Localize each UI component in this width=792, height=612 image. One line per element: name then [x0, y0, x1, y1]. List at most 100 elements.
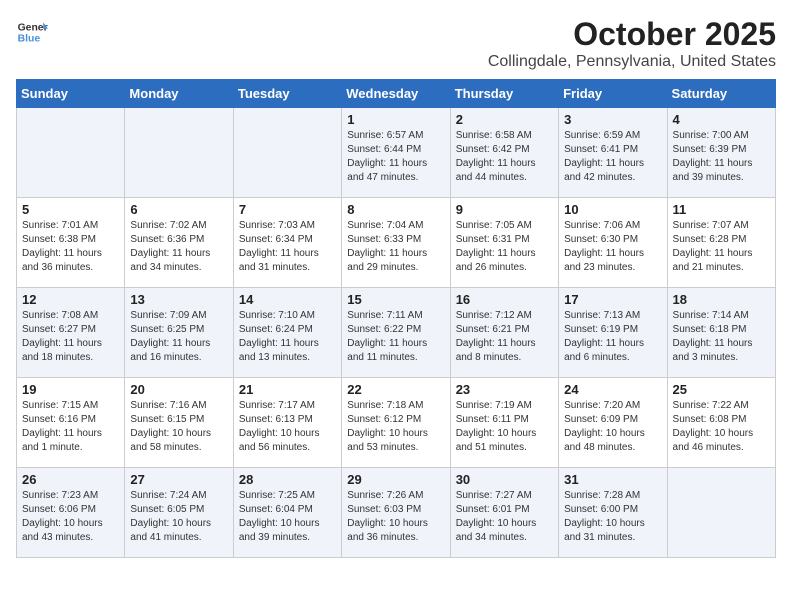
- day-number: 12: [22, 292, 119, 307]
- day-info: Sunrise: 6:58 AM Sunset: 6:42 PM Dayligh…: [456, 129, 553, 185]
- day-number: 5: [22, 202, 119, 217]
- calendar-cell: 29Sunrise: 7:26 AM Sunset: 6:03 PM Dayli…: [342, 468, 450, 558]
- day-number: 22: [347, 382, 444, 397]
- day-number: 24: [564, 382, 661, 397]
- day-info: Sunrise: 7:01 AM Sunset: 6:38 PM Dayligh…: [22, 219, 119, 275]
- title-block: October 2025 Collingdale, Pennsylvania, …: [488, 16, 776, 71]
- calendar-cell: 21 Sunrise: 7:17 AM Sunset: 6:13 PM Dayli…: [233, 378, 341, 468]
- calendar-cell: 30 Sunrise: 7:27 AM Sunset: 6:01 PM Dayli…: [450, 468, 558, 558]
- calendar-cell: 23 Sunrise: 7:19 AM Sunset: 6:11 PM Dayli…: [450, 378, 558, 468]
- day-number: 1: [347, 112, 444, 127]
- day-number: 15: [347, 292, 444, 307]
- svg-text:Blue: Blue: [18, 34, 41, 45]
- calendar-cell: 18 Sunrise: 7:14 AM Sunset: 6:18 PM Dayli…: [667, 288, 775, 378]
- calendar-cell: [233, 108, 341, 198]
- day-info: Sunrise: 7:10 AM Sunset: 6:24 PM Dayligh…: [239, 309, 336, 365]
- day-info: Sunrise: 7:04 AM Sunset: 6:33 PM Dayligh…: [347, 219, 444, 275]
- day-number: 13: [130, 292, 227, 307]
- day-info: Sunrise: 7:14 AM Sunset: 6:18 PM Dayligh…: [673, 309, 770, 365]
- day-info: Sunrise: 7:25 AM Sunset: 6:04 PM Dayligh…: [239, 489, 336, 545]
- calendar-cell: [125, 108, 233, 198]
- day-number: 8: [347, 202, 444, 217]
- day-number: 2: [456, 112, 553, 127]
- col-header-wednesday: Wednesday: [342, 80, 450, 108]
- day-info: Sunrise: 6:59 AM Sunset: 6:41 PM Dayligh…: [564, 129, 661, 185]
- calendar-header-row: SundayMondayTuesdayWednesdayThursdayFrid…: [17, 80, 776, 108]
- calendar-cell: 4 Sunrise: 7:00 AM Sunset: 6:39 PM Daylig…: [667, 108, 775, 198]
- day-info: Sunrise: 7:19 AM Sunset: 6:11 PM Dayligh…: [456, 399, 553, 455]
- day-info: Sunrise: 7:12 AM Sunset: 6:21 PM Dayligh…: [456, 309, 553, 365]
- calendar-cell: 9Sunrise: 7:05 AM Sunset: 6:31 PM Daylig…: [450, 198, 558, 288]
- calendar-week-row: 5 Sunrise: 7:01 AM Sunset: 6:38 PM Daylig…: [17, 198, 776, 288]
- calendar-cell: 19 Sunrise: 7:15 AM Sunset: 6:16 PM Dayli…: [17, 378, 125, 468]
- page-title: October 2025: [488, 16, 776, 53]
- day-number: 18: [673, 292, 770, 307]
- calendar-cell: 1 Sunrise: 6:57 AM Sunset: 6:44 PM Daylig…: [342, 108, 450, 198]
- calendar-cell: 6Sunrise: 7:02 AM Sunset: 6:36 PM Daylig…: [125, 198, 233, 288]
- day-number: 14: [239, 292, 336, 307]
- day-info: Sunrise: 7:20 AM Sunset: 6:09 PM Dayligh…: [564, 399, 661, 455]
- day-info: Sunrise: 7:02 AM Sunset: 6:36 PM Dayligh…: [130, 219, 227, 275]
- day-info: Sunrise: 7:27 AM Sunset: 6:01 PM Dayligh…: [456, 489, 553, 545]
- day-number: 30: [456, 472, 553, 487]
- day-number: 23: [456, 382, 553, 397]
- calendar-cell: 12Sunrise: 7:08 AM Sunset: 6:27 PM Dayli…: [17, 288, 125, 378]
- day-number: 20: [130, 382, 227, 397]
- day-info: Sunrise: 7:03 AM Sunset: 6:34 PM Dayligh…: [239, 219, 336, 275]
- calendar-week-row: 19 Sunrise: 7:15 AM Sunset: 6:16 PM Dayli…: [17, 378, 776, 468]
- col-header-sunday: Sunday: [17, 80, 125, 108]
- day-info: Sunrise: 7:17 AM Sunset: 6:13 PM Dayligh…: [239, 399, 336, 455]
- calendar-cell: 11Sunrise: 7:07 AM Sunset: 6:28 PM Dayli…: [667, 198, 775, 288]
- day-info: Sunrise: 7:13 AM Sunset: 6:19 PM Dayligh…: [564, 309, 661, 365]
- day-info: Sunrise: 7:06 AM Sunset: 6:30 PM Dayligh…: [564, 219, 661, 275]
- day-info: Sunrise: 7:24 AM Sunset: 6:05 PM Dayligh…: [130, 489, 227, 545]
- calendar-cell: [667, 468, 775, 558]
- col-header-thursday: Thursday: [450, 80, 558, 108]
- calendar-cell: 25Sunrise: 7:22 AM Sunset: 6:08 PM Dayli…: [667, 378, 775, 468]
- col-header-tuesday: Tuesday: [233, 80, 341, 108]
- calendar-cell: 14 Sunrise: 7:10 AM Sunset: 6:24 PM Dayli…: [233, 288, 341, 378]
- calendar-cell: 26 Sunrise: 7:23 AM Sunset: 6:06 PM Dayli…: [17, 468, 125, 558]
- calendar-cell: 22 Sunrise: 7:18 AM Sunset: 6:12 PM Dayli…: [342, 378, 450, 468]
- day-info: Sunrise: 7:00 AM Sunset: 6:39 PM Dayligh…: [673, 129, 770, 185]
- calendar-cell: 27 Sunrise: 7:24 AM Sunset: 6:05 PM Dayli…: [125, 468, 233, 558]
- day-number: 19: [22, 382, 119, 397]
- day-number: 16: [456, 292, 553, 307]
- day-number: 31: [564, 472, 661, 487]
- col-header-monday: Monday: [125, 80, 233, 108]
- day-number: 4: [673, 112, 770, 127]
- day-info: Sunrise: 7:18 AM Sunset: 6:12 PM Dayligh…: [347, 399, 444, 455]
- calendar-cell: 8 Sunrise: 7:04 AM Sunset: 6:33 PM Daylig…: [342, 198, 450, 288]
- calendar-cell: 10 Sunrise: 7:06 AM Sunset: 6:30 PM Dayli…: [559, 198, 667, 288]
- day-info: Sunrise: 7:16 AM Sunset: 6:15 PM Dayligh…: [130, 399, 227, 455]
- day-info: Sunrise: 7:15 AM Sunset: 6:16 PM Dayligh…: [22, 399, 119, 455]
- calendar-cell: 16 Sunrise: 7:12 AM Sunset: 6:21 PM Dayli…: [450, 288, 558, 378]
- day-info: Sunrise: 7:11 AM Sunset: 6:22 PM Dayligh…: [347, 309, 444, 365]
- day-number: 26: [22, 472, 119, 487]
- calendar-cell: 13Sunrise: 7:09 AM Sunset: 6:25 PM Dayli…: [125, 288, 233, 378]
- calendar-cell: [17, 108, 125, 198]
- day-info: Sunrise: 7:28 AM Sunset: 6:00 PM Dayligh…: [564, 489, 661, 545]
- calendar-cell: 28 Sunrise: 7:25 AM Sunset: 6:04 PM Dayli…: [233, 468, 341, 558]
- calendar-table: SundayMondayTuesdayWednesdayThursdayFrid…: [16, 79, 776, 558]
- calendar-cell: 15 Sunrise: 7:11 AM Sunset: 6:22 PM Dayli…: [342, 288, 450, 378]
- calendar-cell: 2 Sunrise: 6:58 AM Sunset: 6:42 PM Daylig…: [450, 108, 558, 198]
- calendar-week-row: 12Sunrise: 7:08 AM Sunset: 6:27 PM Dayli…: [17, 288, 776, 378]
- day-info: Sunrise: 7:26 AM Sunset: 6:03 PM Dayligh…: [347, 489, 444, 545]
- calendar-cell: 24 Sunrise: 7:20 AM Sunset: 6:09 PM Dayli…: [559, 378, 667, 468]
- day-number: 28: [239, 472, 336, 487]
- day-info: Sunrise: 6:57 AM Sunset: 6:44 PM Dayligh…: [347, 129, 444, 185]
- day-number: 10: [564, 202, 661, 217]
- logo-icon: General Blue: [16, 16, 48, 48]
- day-number: 7: [239, 202, 336, 217]
- day-info: Sunrise: 7:23 AM Sunset: 6:06 PM Dayligh…: [22, 489, 119, 545]
- day-number: 3: [564, 112, 661, 127]
- day-number: 27: [130, 472, 227, 487]
- day-info: Sunrise: 7:22 AM Sunset: 6:08 PM Dayligh…: [673, 399, 770, 455]
- page-subtitle: Collingdale, Pennsylvania, United States: [488, 53, 776, 71]
- day-number: 21: [239, 382, 336, 397]
- calendar-cell: 5 Sunrise: 7:01 AM Sunset: 6:38 PM Daylig…: [17, 198, 125, 288]
- logo: General Blue: [16, 16, 48, 48]
- calendar-week-row: 26 Sunrise: 7:23 AM Sunset: 6:06 PM Dayli…: [17, 468, 776, 558]
- calendar-cell: 3 Sunrise: 6:59 AM Sunset: 6:41 PM Daylig…: [559, 108, 667, 198]
